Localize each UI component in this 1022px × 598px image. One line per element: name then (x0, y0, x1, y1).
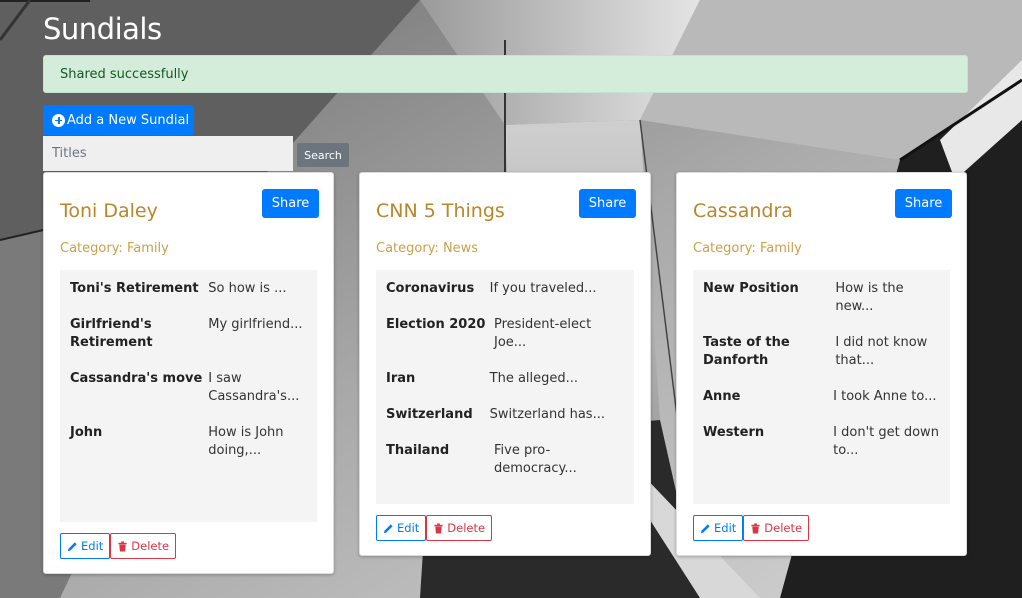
post-title: Girlfriend's Retirement (70, 317, 153, 350)
edit-label: Edit (81, 539, 104, 553)
card-actions: Edit Delete (693, 515, 810, 541)
post-snippet: My girlfriend... (208, 317, 303, 332)
edit-label: Edit (397, 521, 420, 535)
trash-icon (751, 522, 760, 534)
post-snippet: The alleged... (489, 371, 579, 386)
card-category: Category: Family (693, 241, 802, 256)
pencil-icon (383, 523, 393, 533)
card-actions: Edit Delete (60, 533, 177, 559)
card-title: Cassandra (693, 200, 793, 222)
sundial-card: Toni Daley Share Category: Family Toni's… (43, 172, 334, 574)
post-snippet: If you traveled... (489, 281, 597, 296)
post-snippet: How is the new... (835, 281, 904, 314)
delete-label: Delete (764, 521, 803, 535)
card-category: Category: News (376, 241, 479, 256)
post-snippet: President-elect Joe... (494, 317, 592, 350)
list-item[interactable]: Western I don't get down to... (703, 424, 940, 460)
post-title: Taste of the Danforth (703, 335, 790, 368)
success-alert: Shared successfully (43, 55, 968, 93)
card-title: CNN 5 Things (376, 200, 505, 222)
sundial-card: CNN 5 Things Share Category: News Corona… (359, 172, 651, 556)
pencil-icon (67, 541, 77, 551)
post-snippet: How is John doing,... (208, 425, 284, 458)
add-sundial-label: Add a New Sundial (67, 112, 190, 128)
post-snippet: I don't get down to... (833, 425, 939, 458)
post-title: John (70, 425, 103, 440)
post-title: Toni's Retirement (70, 281, 199, 296)
share-button[interactable]: Share (262, 189, 319, 218)
delete-label: Delete (447, 521, 486, 535)
card-actions: Edit Delete (376, 515, 493, 541)
list-item[interactable]: John How is John doing,... (70, 424, 307, 460)
delete-button[interactable]: Delete (426, 515, 493, 541)
post-title: Election 2020 (386, 317, 486, 332)
delete-label: Delete (131, 539, 170, 553)
list-item[interactable]: Switzerland Switzerland has... (386, 406, 624, 424)
post-list: Toni's Retirement So how is ... Girlfrie… (60, 270, 317, 522)
plus-circle-icon (52, 113, 65, 127)
page-title: Sundials (43, 12, 162, 46)
pencil-icon (700, 523, 710, 533)
delete-button[interactable]: Delete (743, 515, 810, 541)
trash-icon (434, 522, 443, 534)
edit-button[interactable]: Edit (60, 533, 111, 559)
post-title: Anne (703, 389, 741, 404)
edit-button[interactable]: Edit (376, 515, 427, 541)
list-item[interactable]: Taste of the Danforth I did not know tha… (703, 334, 940, 370)
share-button[interactable]: Share (579, 189, 636, 218)
post-list: New Position How is the new... Taste of … (693, 270, 950, 504)
share-button[interactable]: Share (895, 189, 952, 218)
list-item[interactable]: Girlfriend's Retirement My girlfriend... (70, 316, 307, 352)
post-list: Coronavirus If you traveled... Election … (376, 270, 634, 504)
post-title: New Position (703, 281, 799, 296)
search-button[interactable]: Search (297, 143, 349, 167)
edit-button[interactable]: Edit (693, 515, 744, 541)
search-input[interactable] (43, 136, 293, 171)
post-title: Thailand (386, 443, 450, 458)
card-category: Category: Family (60, 241, 169, 256)
post-snippet: Switzerland has... (489, 407, 605, 422)
post-title: Iran (386, 371, 416, 386)
post-snippet: I saw Cassandra's... (208, 371, 300, 404)
trash-icon (118, 540, 127, 552)
post-title: Western (703, 425, 765, 440)
post-snippet: I took Anne to... (833, 389, 937, 404)
sundial-card: Cassandra Share Category: Family New Pos… (676, 172, 967, 556)
list-item[interactable]: New Position How is the new... (703, 280, 940, 316)
post-title: Coronavirus (386, 281, 475, 296)
post-snippet: Five pro-democracy... (494, 443, 577, 476)
edit-label: Edit (714, 521, 737, 535)
list-item[interactable]: Cassandra's move I saw Cassandra's... (70, 370, 307, 406)
post-snippet: So how is ... (208, 281, 287, 296)
add-sundial-button[interactable]: Add a New Sundial (43, 105, 194, 135)
post-title: Switzerland (386, 407, 473, 422)
list-item[interactable]: Thailand Five pro-democracy... (386, 442, 624, 478)
post-snippet: I did not know that... (835, 335, 928, 368)
list-item[interactable]: Iran The alleged... (386, 370, 624, 388)
delete-button[interactable]: Delete (110, 533, 177, 559)
list-item[interactable]: Anne I took Anne to... (703, 388, 940, 406)
list-item[interactable]: Election 2020 President-elect Joe... (386, 316, 624, 352)
post-title: Cassandra's move (70, 371, 203, 386)
list-item[interactable]: Toni's Retirement So how is ... (70, 280, 307, 298)
card-title: Toni Daley (60, 200, 158, 222)
list-item[interactable]: Coronavirus If you traveled... (386, 280, 624, 298)
